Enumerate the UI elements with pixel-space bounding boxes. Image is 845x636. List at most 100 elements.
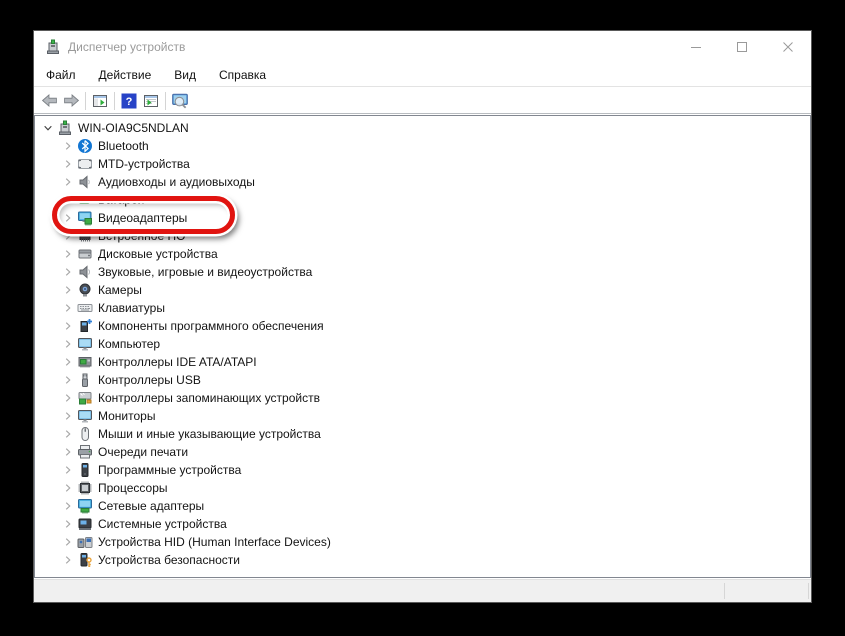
chevron-right-icon[interactable]: [61, 175, 75, 189]
tree-item-label: Дисковые устройства: [98, 247, 218, 261]
tree-item-label: Аудиовходы и аудиовыходы: [98, 175, 255, 189]
chevron-right-icon[interactable]: [61, 247, 75, 261]
computer-device-icon: [77, 336, 93, 352]
tree-item[interactable]: Контроллеры USB: [35, 371, 810, 389]
tree-item[interactable]: Встроенное ПО: [35, 227, 810, 245]
close-icon: [782, 41, 794, 53]
scan-hardware-changes-icon[interactable]: [169, 91, 191, 111]
tree-item-label: Контроллеры IDE ATA/ATAPI: [98, 355, 257, 369]
tree-item[interactable]: Звуковые, игровые и видеоустройства: [35, 263, 810, 281]
menu-file[interactable]: Файл: [36, 64, 86, 86]
storage-controller-icon: [77, 390, 93, 406]
device-manager-window: Диспетчер устройств Файл Действие Вид Сп…: [33, 30, 812, 603]
tree-item[interactable]: Компьютер: [35, 335, 810, 353]
status-bar: [34, 579, 811, 602]
tree-item[interactable]: Устройства HID (Human Interface Devices): [35, 533, 810, 551]
tree-item[interactable]: Bluetooth: [35, 137, 810, 155]
tree-item[interactable]: MTD-устройства: [35, 155, 810, 173]
software-component-icon: [77, 318, 93, 334]
menu-view[interactable]: Вид: [164, 64, 206, 86]
tree-item-label: Bluetooth: [98, 139, 149, 153]
tree-item-label: Контроллеры запоминающих устройств: [98, 391, 320, 405]
chevron-right-icon[interactable]: [61, 319, 75, 333]
chevron-right-icon[interactable]: [61, 445, 75, 459]
camera-icon: [77, 282, 93, 298]
close-button[interactable]: [765, 31, 811, 63]
chevron-right-icon[interactable]: [61, 517, 75, 531]
chevron-right-icon[interactable]: [61, 373, 75, 387]
keyboard-icon: [77, 300, 93, 316]
sound-device-icon: [77, 264, 93, 280]
chevron-right-icon[interactable]: [61, 481, 75, 495]
properties-icon[interactable]: [140, 91, 162, 111]
tree-item-label: Устройства HID (Human Interface Devices): [98, 535, 331, 549]
tree-item[interactable]: Батареи: [35, 191, 810, 209]
chevron-right-icon[interactable]: [61, 139, 75, 153]
chevron-right-icon[interactable]: [61, 283, 75, 297]
tree-item[interactable]: Камеры: [35, 281, 810, 299]
chevron-right-icon[interactable]: [61, 409, 75, 423]
chevron-right-icon[interactable]: [61, 391, 75, 405]
menu-action[interactable]: Действие: [89, 64, 162, 86]
show-console-tree-icon[interactable]: [89, 91, 111, 111]
chevron-right-icon[interactable]: [61, 535, 75, 549]
chevron-right-icon[interactable]: [61, 211, 75, 225]
tree-item[interactable]: Процессоры: [35, 479, 810, 497]
monitor-icon: [77, 408, 93, 424]
ide-controller-icon: [77, 354, 93, 370]
chevron-down-icon[interactable]: [41, 121, 55, 135]
tree-item[interactable]: Видеоадаптеры: [35, 209, 810, 227]
chevron-right-icon[interactable]: [61, 553, 75, 567]
tree-item[interactable]: Контроллеры IDE ATA/ATAPI: [35, 353, 810, 371]
menu-help[interactable]: Справка: [209, 64, 276, 86]
battery-icon: [77, 192, 93, 208]
chevron-right-icon[interactable]: [61, 193, 75, 207]
tree-item[interactable]: Контроллеры запоминающих устройств: [35, 389, 810, 407]
disk-drive-icon: [77, 246, 93, 262]
tree-item-label: Сетевые адаптеры: [98, 499, 204, 513]
tree-item[interactable]: Дисковые устройства: [35, 245, 810, 263]
tree-item-label: Процессоры: [98, 481, 168, 495]
tree-item[interactable]: Устройства безопасности: [35, 551, 810, 569]
chevron-right-icon[interactable]: [61, 337, 75, 351]
maximize-icon: [736, 41, 748, 53]
chevron-right-icon[interactable]: [61, 301, 75, 315]
tree-item[interactable]: WIN-OIA9C5NDLAN: [35, 119, 810, 137]
mtd-device-icon: [77, 156, 93, 172]
chevron-right-icon[interactable]: [61, 157, 75, 171]
tree-item[interactable]: Клавиатуры: [35, 299, 810, 317]
minimize-button[interactable]: [673, 31, 719, 63]
statusbar-separator: [724, 583, 725, 599]
tree-item-label: Камеры: [98, 283, 142, 297]
toolbar-separator: [165, 92, 166, 110]
usb-controller-icon: [77, 372, 93, 388]
tree-item-label: Компьютер: [98, 337, 160, 351]
maximize-button[interactable]: [719, 31, 765, 63]
menu-bar: Файл Действие Вид Справка: [34, 63, 811, 87]
tree-item-label: WIN-OIA9C5NDLAN: [78, 121, 189, 135]
tree-item[interactable]: Программные устройства: [35, 461, 810, 479]
statusbar-separator: [808, 583, 809, 599]
tree-item[interactable]: Очереди печати: [35, 443, 810, 461]
chevron-right-icon[interactable]: [61, 265, 75, 279]
tree-item[interactable]: Сетевые адаптеры: [35, 497, 810, 515]
chevron-right-icon[interactable]: [61, 499, 75, 513]
tree-item[interactable]: Компоненты программного обеспечения: [35, 317, 810, 335]
chevron-right-icon[interactable]: [61, 463, 75, 477]
mouse-icon: [77, 426, 93, 442]
tree-item[interactable]: Аудиовходы и аудиовыходы: [35, 173, 810, 191]
tree-item-label: Системные устройства: [98, 517, 227, 531]
toolbar: ?: [34, 88, 811, 114]
computer-icon: [57, 120, 73, 136]
display-adapter-icon: [77, 210, 93, 226]
help-icon[interactable]: ?: [118, 91, 140, 111]
svg-text:?: ?: [126, 96, 133, 108]
tree-item[interactable]: Системные устройства: [35, 515, 810, 533]
forward-icon[interactable]: [60, 91, 82, 111]
tree-item[interactable]: Мыши и иные указывающие устройства: [35, 425, 810, 443]
chevron-right-icon[interactable]: [61, 427, 75, 441]
back-icon[interactable]: [38, 91, 60, 111]
chevron-right-icon[interactable]: [61, 355, 75, 369]
tree-item[interactable]: Мониторы: [35, 407, 810, 425]
chevron-right-icon[interactable]: [61, 229, 75, 243]
